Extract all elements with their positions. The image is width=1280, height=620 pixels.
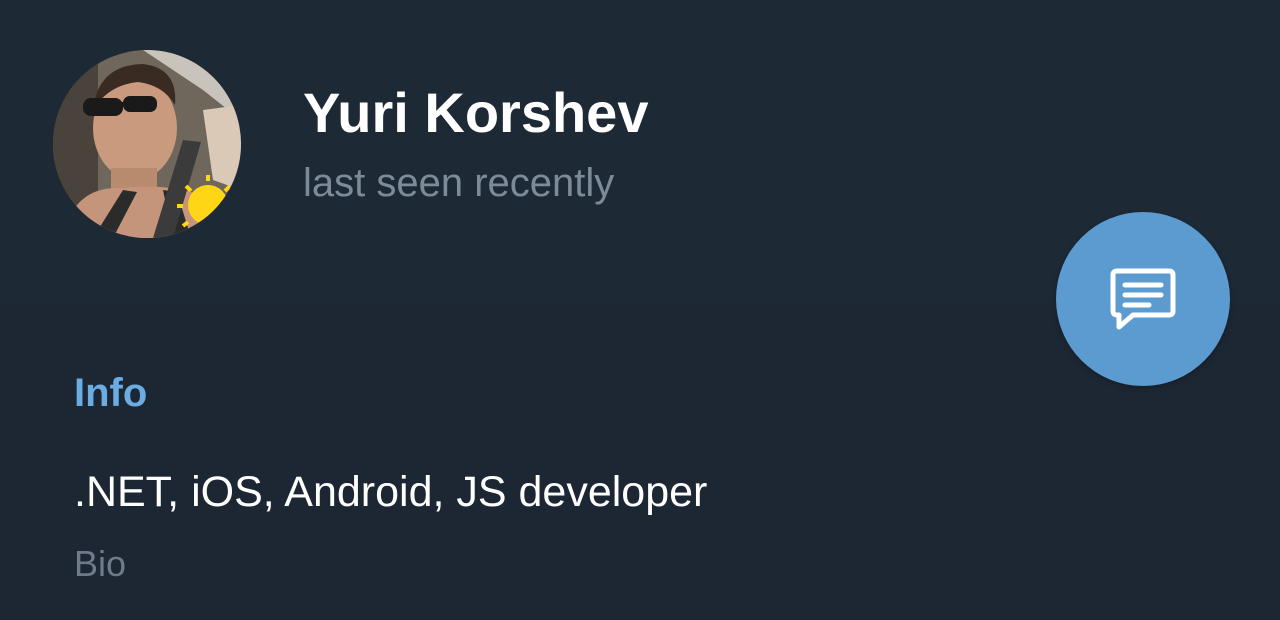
bio-text[interactable]: .NET, iOS, Android, JS developer (74, 466, 707, 518)
message-icon (1110, 268, 1176, 330)
bio-label: Bio (74, 543, 127, 584)
avatar[interactable] (53, 50, 241, 238)
avatar-photo (53, 50, 241, 238)
profile-screen: Yuri Korshev last seen recently Info .NE… (0, 0, 1280, 620)
profile-name: Yuri Korshev (303, 81, 649, 144)
profile-status: last seen recently (303, 161, 615, 205)
info-section-title: Info (74, 371, 148, 415)
send-message-button[interactable] (1056, 212, 1230, 386)
